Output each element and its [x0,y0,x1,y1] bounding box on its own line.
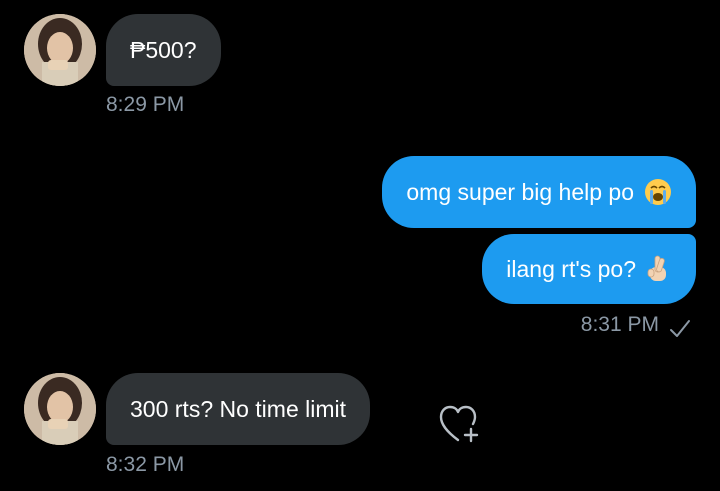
crossed-fingers-icon [646,255,672,283]
message-timestamp: 8:31 PM [580,313,659,336]
message-bubble-outgoing[interactable]: ilang rt's po? [482,234,696,304]
message-text: ilang rt's po? [506,255,636,282]
avatar-photo [24,373,96,445]
message-timestamp: 8:29 PM [106,93,185,116]
add-reaction-heart-icon[interactable] [438,402,484,451]
message-text: ₱500? [130,36,197,63]
message-text: 300 rts? No time limit [130,395,347,422]
sender-avatar[interactable] [24,14,96,86]
message-bubble-incoming[interactable]: 300 rts? No time limit [106,373,371,445]
message-text: omg super big help po [406,178,634,205]
message-bubble-outgoing[interactable]: omg super big help po [382,156,696,228]
message-timestamp: 8:32 PM [106,453,185,476]
sent-check-icon [668,318,692,345]
avatar-photo [24,14,96,86]
loudly-crying-face-icon [644,178,672,206]
message-bubble-incoming[interactable]: ₱500? [106,14,221,86]
sender-avatar[interactable] [24,373,96,445]
